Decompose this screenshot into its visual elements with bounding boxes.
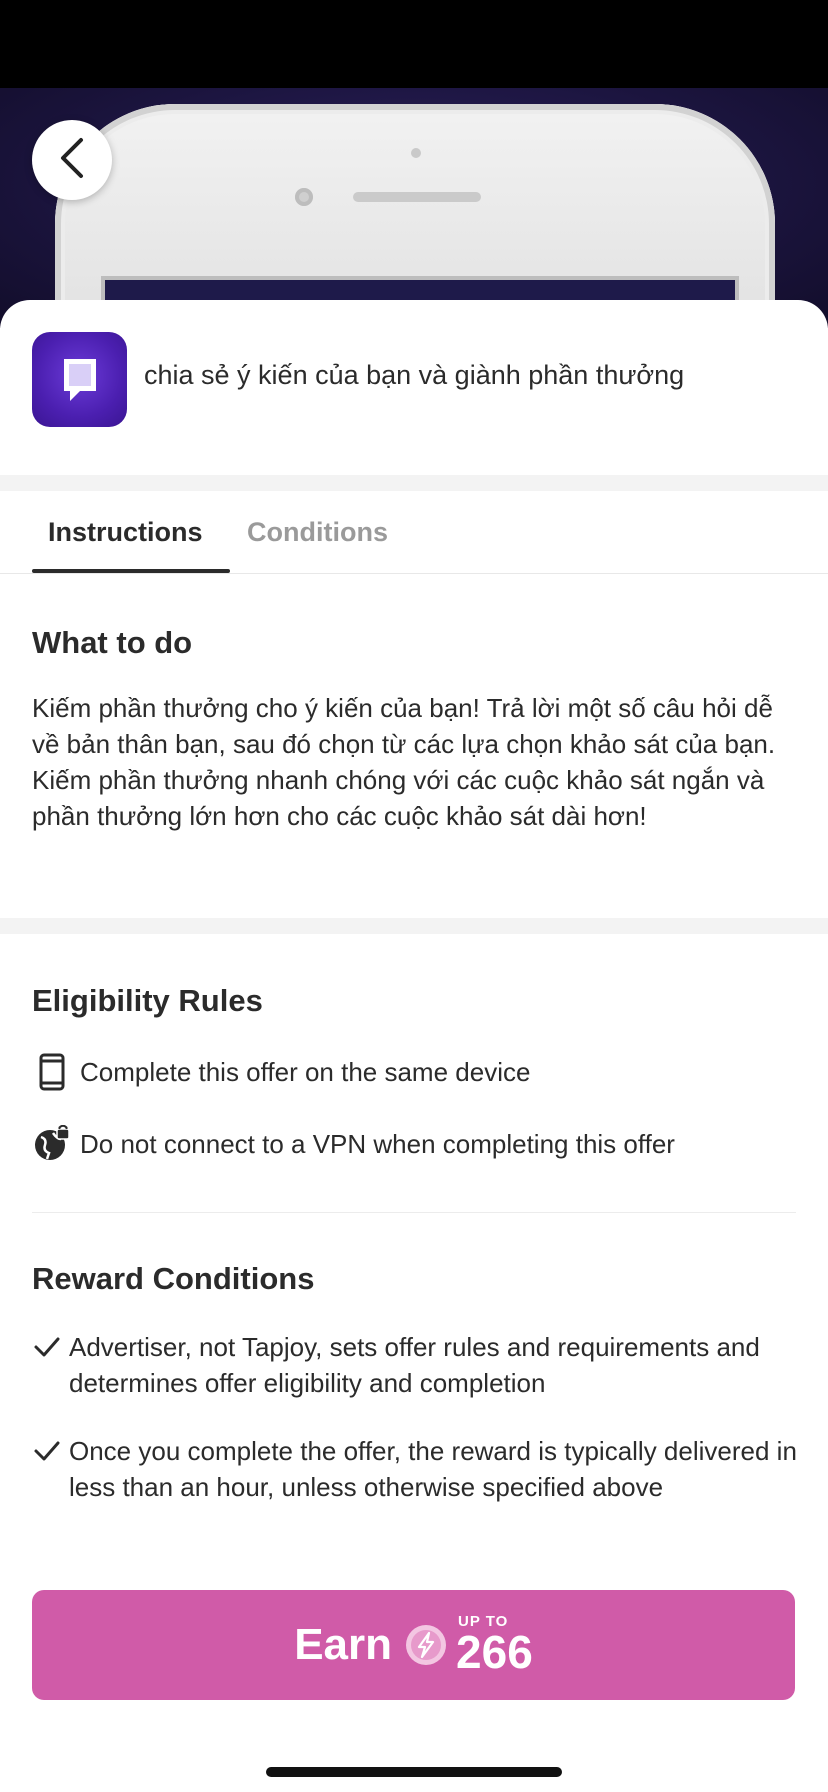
what-to-do-description: Kiếm phần thưởng cho ý kiến của bạn! Trả… (32, 693, 776, 831)
eligibility-rule-vpn: Do not connect to a VPN when completing … (32, 1124, 675, 1164)
status-bar (0, 0, 828, 88)
offer-title: chia sẻ ý kiến của bạn và giành phần thư… (144, 360, 685, 390)
phone-sensor-dot (411, 148, 421, 158)
reward-condition-item: Once you complete the offer, the reward … (32, 1433, 802, 1505)
coin-icon (404, 1623, 448, 1667)
earn-amount: 266 (456, 1626, 533, 1678)
reward-condition-text: Advertiser, not Tapjoy, sets offer rules… (69, 1332, 760, 1398)
earn-amount-group: UP TO 266 (456, 1614, 533, 1678)
home-indicator (266, 1767, 562, 1777)
section-divider (0, 475, 828, 491)
offer-detail-screen: chia sẻ ý kiến của bạn và giành phần thư… (0, 0, 828, 1792)
app-icon (32, 332, 127, 427)
offer-sheet: chia sẻ ý kiến của bạn và giành phần thư… (0, 300, 828, 1792)
check-icon (32, 1433, 62, 1469)
reward-conditions-heading: Reward Conditions (32, 1261, 315, 1296)
hero-banner (0, 88, 828, 328)
speech-bubble-icon (63, 358, 96, 401)
check-icon (32, 1329, 62, 1365)
chevron-left-icon (57, 136, 87, 185)
tab-instructions[interactable]: Instructions (48, 517, 203, 548)
globe-lock-icon (32, 1124, 72, 1164)
phone-camera-icon (295, 188, 313, 206)
eligibility-rule-text: Complete this offer on the same device (80, 1056, 531, 1087)
phone-illustration (55, 104, 775, 328)
earn-button[interactable]: Earn UP TO 266 (32, 1590, 795, 1700)
eligibility-rule-text: Do not connect to a VPN when completing … (80, 1128, 675, 1159)
phone-speaker-icon (353, 192, 481, 202)
tab-bar: Instructions Conditions (0, 491, 828, 574)
eligibility-heading: Eligibility Rules (32, 983, 263, 1018)
back-button[interactable] (32, 120, 112, 200)
phone-icon (32, 1052, 72, 1092)
eligibility-rule-device: Complete this offer on the same device (32, 1052, 530, 1092)
divider (32, 1212, 796, 1213)
what-to-do-heading: What to do (32, 625, 193, 660)
section-divider (0, 918, 828, 934)
active-tab-indicator (32, 569, 230, 573)
earn-label: Earn (294, 1620, 393, 1669)
reward-condition-text: Once you complete the offer, the reward … (69, 1436, 797, 1502)
tab-conditions[interactable]: Conditions (247, 517, 388, 548)
reward-condition-item: Advertiser, not Tapjoy, sets offer rules… (32, 1329, 802, 1401)
offer-header: chia sẻ ý kiến của bạn và giành phần thư… (0, 300, 828, 475)
